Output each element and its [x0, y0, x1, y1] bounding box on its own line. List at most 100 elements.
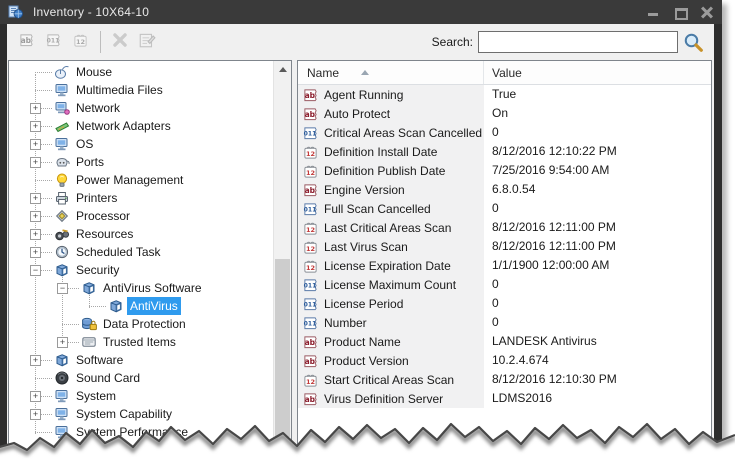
- expand-icon[interactable]: +: [30, 391, 41, 402]
- tree-connector: [62, 324, 79, 325]
- attribute-value: 8/12/2016 12:11:00 PM: [492, 239, 616, 253]
- tree-item-network[interactable]: + Network: [9, 99, 274, 117]
- tree-item-trusted-items[interactable]: + Trusted Items: [9, 333, 274, 351]
- scrollbar-thumb[interactable]: [275, 259, 290, 437]
- table-row[interactable]: 12 Last Critical Areas Scan 8/12/2016 12:1…: [298, 218, 711, 237]
- tree-item-label: Processor: [76, 209, 131, 223]
- svg-text:011: 011: [304, 130, 317, 137]
- name-cell: 12 Last Critical Areas Scan: [298, 218, 484, 237]
- tree-scrollbar[interactable]: [273, 61, 291, 453]
- table-row[interactable]: 011 Critical Areas Scan Cancelled 0: [298, 123, 711, 142]
- delete-button[interactable]: [107, 29, 133, 55]
- tree-item-sound-card[interactable]: Sound Card: [9, 369, 274, 387]
- tree-item-software[interactable]: + Software: [9, 351, 274, 369]
- attribute-value: 8/12/2016 12:10:22 PM: [492, 144, 617, 158]
- table-row[interactable]: 12 Start Critical Areas Scan 8/12/2016 12:…: [298, 370, 711, 389]
- attribute-name: Critical Areas Scan Cancelled: [324, 125, 483, 140]
- tree-item-antivirus[interactable]: AntiVirus: [9, 297, 274, 315]
- minimize-button[interactable]: [647, 7, 660, 18]
- table-row[interactable]: ab Auto Protect On: [298, 104, 711, 123]
- expand-icon[interactable]: +: [30, 139, 41, 150]
- table-row[interactable]: ab Agent Running True: [298, 85, 711, 104]
- expand-icon[interactable]: +: [30, 121, 41, 132]
- tree-item-system-capability[interactable]: + System Capability: [9, 405, 274, 423]
- table-row[interactable]: 12 Definition Publish Date 7/25/2016 9:54:…: [298, 161, 711, 180]
- type-date-icon: 12: [303, 220, 318, 236]
- tree-item-os[interactable]: + OS: [9, 135, 274, 153]
- tree-item-label: System: [76, 389, 117, 403]
- expand-icon[interactable]: +: [30, 157, 41, 168]
- attribute-name: License Expiration Date: [324, 258, 451, 273]
- tree-item-label: Network Adapters: [76, 119, 171, 133]
- table-row[interactable]: ab Virus Definition Server LDMS2016: [298, 389, 711, 408]
- type-string-icon: ab: [303, 182, 318, 198]
- tree-item-processor[interactable]: + Processor: [9, 207, 274, 225]
- search-label: Search:: [431, 35, 473, 49]
- sort-ascending-icon: [361, 70, 370, 75]
- expand-icon[interactable]: +: [30, 103, 41, 114]
- attribute-value: 0: [492, 315, 499, 329]
- table-row[interactable]: 011 License Maximum Count 0: [298, 275, 711, 294]
- toolbar: ab 011 12 Search:: [7, 24, 714, 60]
- package-icon: [54, 262, 70, 278]
- tree-item-multimedia-files[interactable]: Multimedia Files: [9, 81, 274, 99]
- number-attribute-button[interactable]: 011: [40, 29, 66, 55]
- column-header-name[interactable]: Name: [298, 61, 484, 84]
- expand-icon[interactable]: +: [30, 211, 41, 222]
- tree-item-ports[interactable]: + Ports: [9, 153, 274, 171]
- date-attribute-button[interactable]: 12: [67, 29, 93, 55]
- tree-item-mouse[interactable]: Mouse: [9, 63, 274, 81]
- expand-icon[interactable]: +: [30, 409, 41, 420]
- name-cell: 12 Definition Install Date: [298, 142, 484, 161]
- package-icon: [81, 280, 97, 296]
- tree-item-security[interactable]: − Security: [9, 261, 274, 279]
- table-row[interactable]: 12 Definition Install Date 8/12/2016 12:10…: [298, 142, 711, 161]
- tree-item-power-management[interactable]: Power Management: [9, 171, 274, 189]
- column-header-value[interactable]: Value: [484, 61, 711, 84]
- expand-icon[interactable]: +: [30, 355, 41, 366]
- search-button[interactable]: [682, 31, 704, 53]
- table-row[interactable]: 011 Full Scan Cancelled 0: [298, 199, 711, 218]
- tree-item-resources[interactable]: + Resources: [9, 225, 274, 243]
- tree-item-antivirus-software[interactable]: − AntiVirus Software: [9, 279, 274, 297]
- tree-item-system-performance[interactable]: System Performance: [9, 423, 274, 441]
- attribute-name: Full Scan Cancelled: [324, 201, 431, 216]
- expand-icon[interactable]: +: [30, 193, 41, 204]
- attribute-value: 0: [492, 201, 499, 215]
- type-string-icon: ab: [19, 32, 34, 53]
- table-row[interactable]: 011 License Period 0: [298, 294, 711, 313]
- maximize-button[interactable]: [674, 7, 688, 20]
- table-row[interactable]: 12 Last Virus Scan 8/12/2016 12:11:00 PM: [298, 237, 711, 256]
- name-cell: 011 License Maximum Count: [298, 275, 484, 294]
- table-row[interactable]: ab Product Version 10.2.4.674: [298, 351, 711, 370]
- svg-text:12: 12: [306, 169, 315, 177]
- table-row[interactable]: 011 Number 0: [298, 313, 711, 332]
- tree-item-data-protection[interactable]: Data Protection: [9, 315, 274, 333]
- properties-button[interactable]: [134, 29, 160, 55]
- type-string-icon: ab: [303, 353, 318, 369]
- scroll-up-button[interactable]: [274, 61, 291, 78]
- attribute-value: LDMS2016: [492, 391, 553, 405]
- tree-item-scheduled-task[interactable]: + Scheduled Task: [9, 243, 274, 261]
- inventory-app-icon: [7, 4, 24, 20]
- search-input[interactable]: [478, 31, 678, 53]
- string-attribute-button[interactable]: ab: [13, 29, 39, 55]
- svg-text:ab: ab: [305, 394, 316, 403]
- tree-item-system[interactable]: + System: [9, 387, 274, 405]
- type-date-icon: 12: [303, 144, 318, 160]
- table-row[interactable]: ab Engine Version 6.8.0.54: [298, 180, 711, 199]
- table-row[interactable]: 12 License Expiration Date 1/1/1900 12:00:…: [298, 256, 711, 275]
- tree-item-network-adapters[interactable]: + Network Adapters: [9, 117, 274, 135]
- notes-icon: [81, 334, 97, 350]
- close-button[interactable]: [701, 7, 714, 18]
- title-bar[interactable]: Inventory - 10X64-10: [0, 0, 722, 24]
- collapse-icon[interactable]: −: [30, 265, 41, 276]
- expand-icon[interactable]: +: [30, 247, 41, 258]
- table-row[interactable]: ab Product Name LANDESK Antivirus: [298, 332, 711, 351]
- tree-item-printers[interactable]: + Printers: [9, 189, 274, 207]
- tree-item-label: Ports: [76, 155, 105, 169]
- expand-icon[interactable]: +: [57, 337, 68, 348]
- collapse-icon[interactable]: −: [57, 283, 68, 294]
- expand-icon[interactable]: +: [30, 229, 41, 240]
- attribute-value: 8/12/2016 12:11:00 PM: [492, 220, 616, 234]
